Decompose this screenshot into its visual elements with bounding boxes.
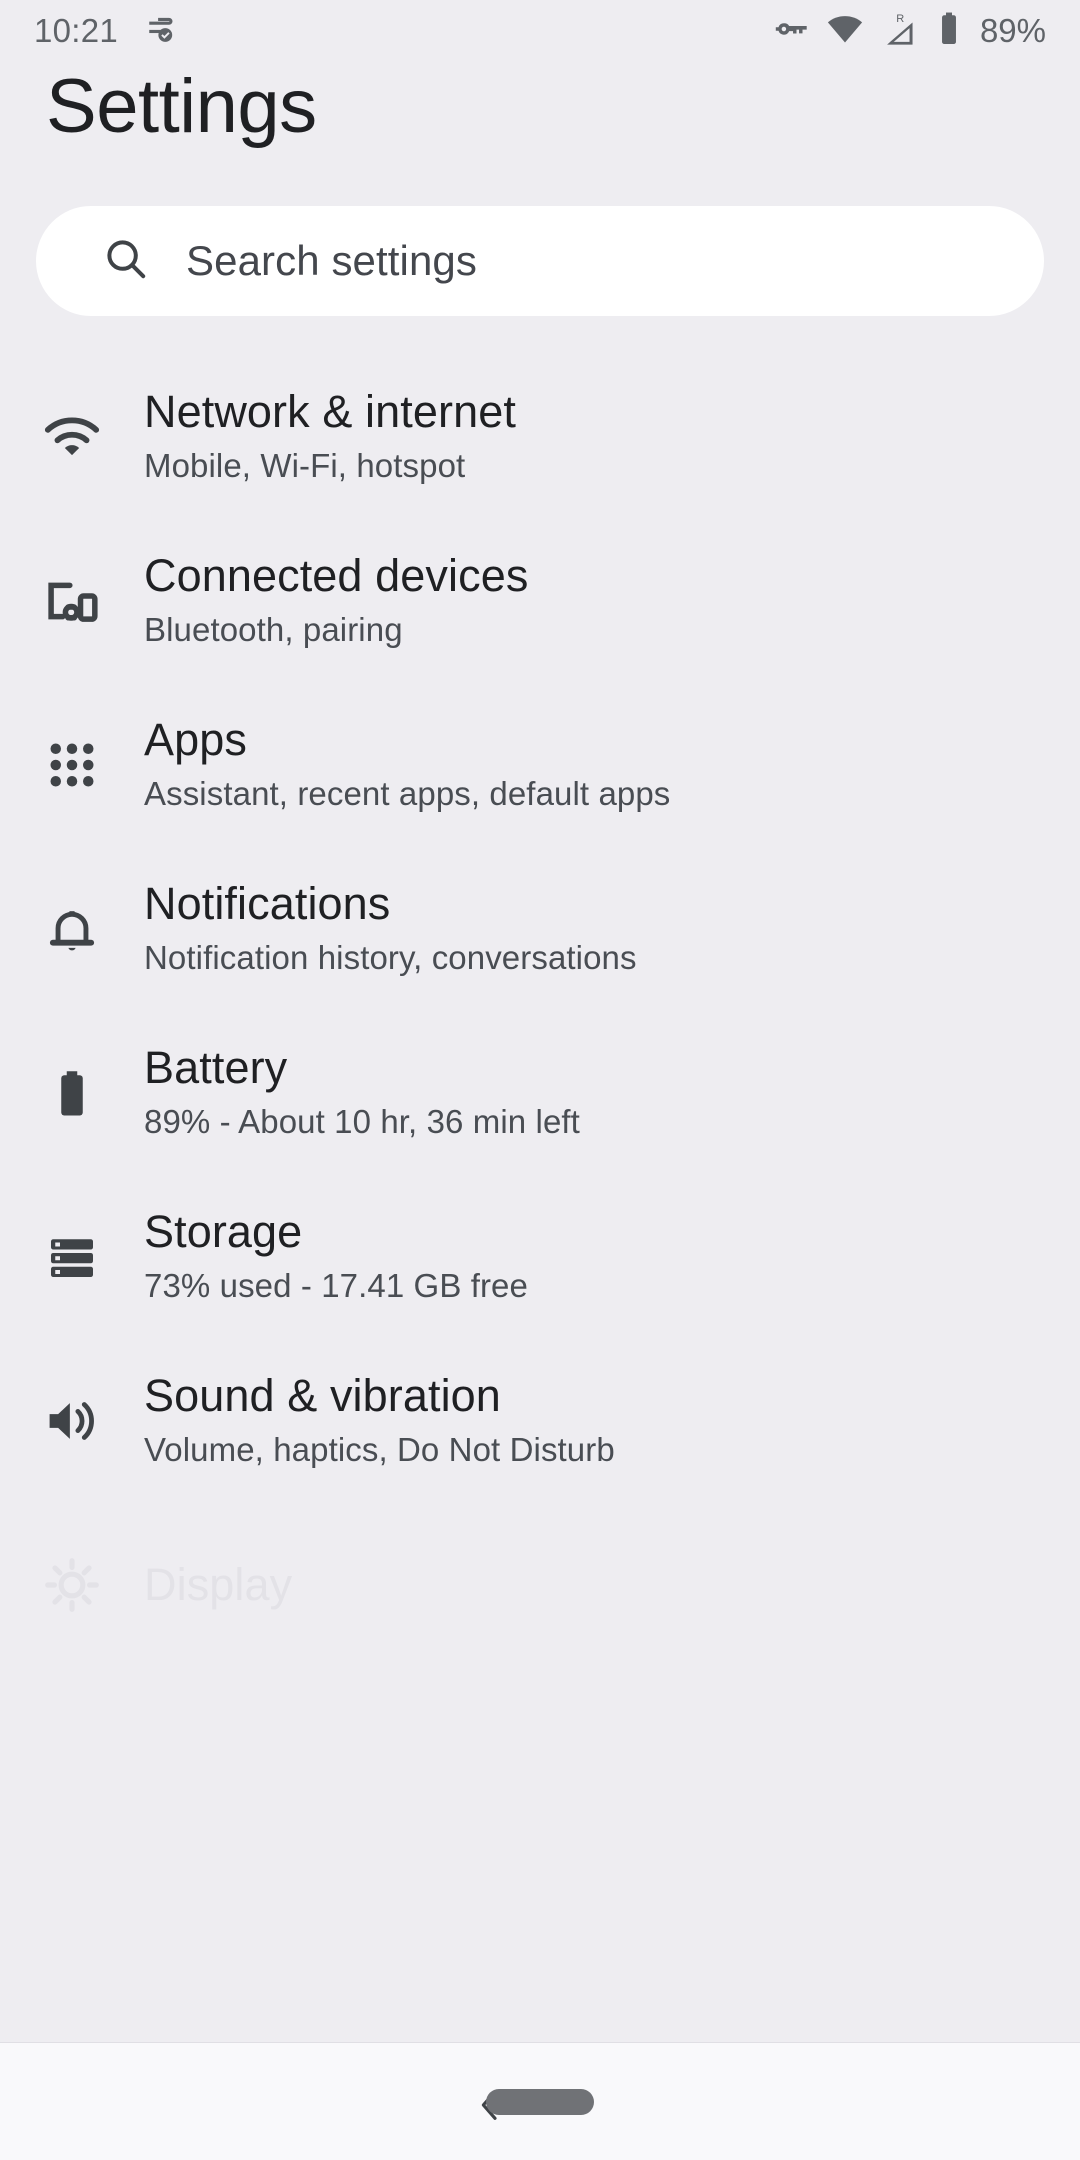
list-item-title: Apps bbox=[144, 714, 247, 765]
list-item-subtitle: 73% used - 17.41 GB free bbox=[144, 1267, 528, 1304]
vpn-key-icon bbox=[774, 11, 810, 52]
list-item-notifications[interactable]: Notifications Notification history, conv… bbox=[0, 847, 1080, 1011]
connected-devices-icon bbox=[0, 568, 144, 634]
battery-icon bbox=[0, 1063, 144, 1123]
apps-grid-icon bbox=[0, 735, 144, 795]
battery-percent-label: 89% bbox=[979, 12, 1046, 49]
data-saver-check-icon bbox=[144, 11, 180, 52]
list-item-text: Notifications Notification history, conv… bbox=[144, 877, 637, 981]
list-item-title: Battery bbox=[144, 1042, 288, 1093]
list-item-title: Storage bbox=[144, 1206, 303, 1257]
list-item-display[interactable]: Display bbox=[0, 1503, 1080, 1667]
list-item-subtitle: Mobile, Wi-Fi, hotspot bbox=[144, 447, 466, 484]
home-pill-handle[interactable] bbox=[486, 2089, 594, 2115]
list-item-title: Connected devices bbox=[144, 550, 529, 601]
system-navigation-bar bbox=[0, 2042, 1080, 2160]
mobile-signal-roaming-icon: R bbox=[880, 10, 920, 53]
status-bar-clock: 10:21 bbox=[34, 12, 119, 49]
list-item-subtitle: Volume, haptics, Do Not Disturb bbox=[144, 1431, 615, 1468]
list-item-subtitle: 89% - About 10 hr, 36 min left bbox=[144, 1103, 580, 1140]
list-item-subtitle: Notification history, conversations bbox=[144, 939, 637, 976]
status-bar-right: R 89% bbox=[774, 10, 1046, 53]
settings-screen: 10:21 R 89% Settings Search settings Net… bbox=[0, 0, 1080, 2160]
search-icon bbox=[102, 235, 150, 288]
list-item-title: Notifications bbox=[144, 878, 391, 929]
search-input-placeholder[interactable]: Search settings bbox=[186, 237, 477, 285]
status-bar-left: 10:21 bbox=[34, 11, 180, 52]
list-item-text: Battery 89% - About 10 hr, 36 min left bbox=[144, 1041, 580, 1145]
search-bar[interactable]: Search settings bbox=[36, 206, 1044, 316]
storage-icon bbox=[0, 1227, 144, 1287]
list-item-title: Display bbox=[144, 1559, 293, 1610]
list-item-apps[interactable]: Apps Assistant, recent apps, default app… bbox=[0, 683, 1080, 847]
list-item-storage[interactable]: Storage 73% used - 17.41 GB free bbox=[0, 1175, 1080, 1339]
wifi-icon bbox=[826, 10, 864, 53]
list-item-sound-vibration[interactable]: Sound & vibration Volume, haptics, Do No… bbox=[0, 1339, 1080, 1503]
list-item-text: Network & internet Mobile, Wi-Fi, hotspo… bbox=[144, 385, 516, 489]
svg-text:R: R bbox=[896, 12, 904, 24]
list-item-title: Network & internet bbox=[144, 386, 516, 437]
wifi-icon bbox=[0, 404, 144, 470]
brightness-icon bbox=[0, 1554, 144, 1616]
volume-up-icon bbox=[0, 1389, 144, 1453]
list-item-text: Connected devices Bluetooth, pairing bbox=[144, 549, 528, 653]
list-item-battery[interactable]: Battery 89% - About 10 hr, 36 min left bbox=[0, 1011, 1080, 1175]
list-item-title: Sound & vibration bbox=[144, 1370, 501, 1421]
list-item-text: Apps Assistant, recent apps, default app… bbox=[144, 713, 670, 817]
list-item-subtitle: Assistant, recent apps, default apps bbox=[144, 775, 671, 812]
list-item-text: Sound & vibration Volume, haptics, Do No… bbox=[144, 1369, 615, 1473]
status-bar: 10:21 R 89% bbox=[0, 0, 1080, 62]
page-title: Settings bbox=[46, 64, 317, 149]
settings-list: Network & internet Mobile, Wi-Fi, hotspo… bbox=[0, 355, 1080, 1667]
list-item-network-internet[interactable]: Network & internet Mobile, Wi-Fi, hotspo… bbox=[0, 355, 1080, 519]
bell-icon bbox=[0, 898, 144, 960]
list-item-text: Display bbox=[144, 1558, 292, 1612]
battery-icon bbox=[936, 10, 962, 53]
list-item-text: Storage 73% used - 17.41 GB free bbox=[144, 1205, 528, 1309]
list-item-subtitle: Bluetooth, pairing bbox=[144, 611, 403, 648]
list-item-connected-devices[interactable]: Connected devices Bluetooth, pairing bbox=[0, 519, 1080, 683]
